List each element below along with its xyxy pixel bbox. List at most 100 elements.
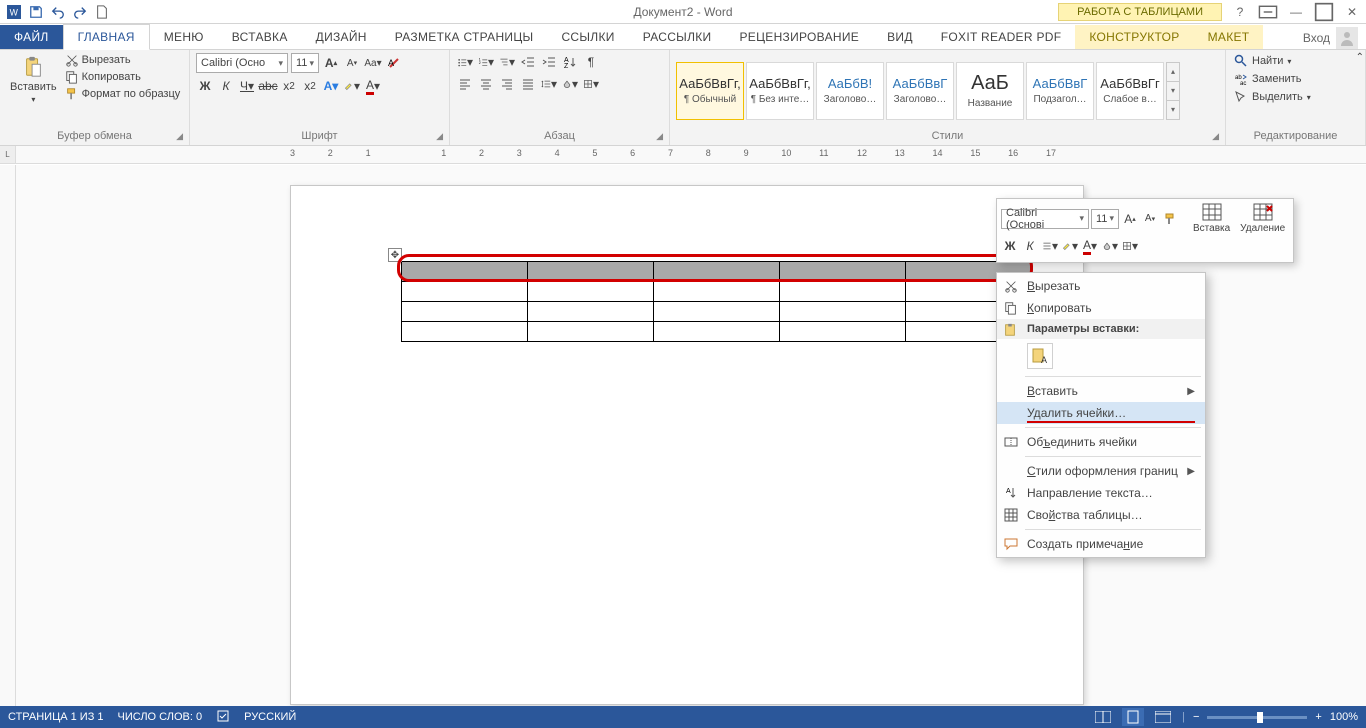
- tab-menu[interactable]: Меню: [150, 25, 218, 49]
- ctx-copy[interactable]: Копировать: [997, 297, 1205, 319]
- font-size-combo[interactable]: 11: [291, 53, 319, 73]
- style-item[interactable]: АаБНазвание: [956, 62, 1024, 120]
- copy-button[interactable]: Копировать: [65, 70, 181, 84]
- cut-button[interactable]: Вырезать: [65, 53, 181, 67]
- tab-design[interactable]: ДИЗАЙН: [302, 25, 381, 49]
- mini-font-name[interactable]: Calibri (Основі: [1001, 209, 1089, 229]
- mini-align-icon[interactable]: ▾: [1041, 237, 1059, 255]
- style-item[interactable]: АаБбВвГгСлабое в…: [1096, 62, 1164, 120]
- status-proofing-icon[interactable]: [216, 709, 230, 726]
- vertical-ruler[interactable]: [0, 165, 16, 706]
- ctx-cut[interactable]: Вырезать: [997, 275, 1205, 297]
- tab-view[interactable]: ВИД: [873, 25, 927, 49]
- page[interactable]: [290, 185, 1084, 705]
- style-item[interactable]: АаБбВвГг,¶ Без инте…: [746, 62, 814, 120]
- mini-font-color-icon[interactable]: A▾: [1081, 237, 1099, 255]
- multilevel-list-icon[interactable]: ▾: [498, 53, 516, 71]
- ctx-merge-cells[interactable]: Объединить ячейки: [997, 431, 1205, 453]
- document-table[interactable]: [401, 261, 1032, 342]
- bold-icon[interactable]: Ж: [196, 77, 214, 95]
- format-painter-button[interactable]: Формат по образцу: [65, 87, 181, 101]
- mini-highlight-icon[interactable]: ▾: [1061, 237, 1079, 255]
- styles-scroll[interactable]: ▴▾▾: [1166, 62, 1180, 120]
- redo-icon[interactable]: [70, 2, 90, 22]
- style-item[interactable]: АаБбВвГЗаголово…: [886, 62, 954, 120]
- shading-icon[interactable]: ▾: [561, 75, 579, 93]
- line-spacing-icon[interactable]: ▾: [540, 75, 558, 93]
- table-move-handle-icon[interactable]: ✥: [388, 248, 402, 262]
- paragraph-launcher-icon[interactable]: ◢: [656, 131, 663, 142]
- minimize-icon[interactable]: —: [1286, 2, 1306, 22]
- borders-icon[interactable]: ▾: [582, 75, 600, 93]
- view-print-layout-icon[interactable]: [1122, 708, 1144, 726]
- mini-grow-font-icon[interactable]: A▴: [1121, 210, 1139, 228]
- close-icon[interactable]: ✕: [1342, 2, 1362, 22]
- change-case-icon[interactable]: Aa▾: [364, 54, 382, 72]
- help-icon[interactable]: ?: [1230, 2, 1250, 22]
- tab-insert[interactable]: ВСТАВКА: [218, 25, 302, 49]
- font-launcher-icon[interactable]: ◢: [436, 131, 443, 142]
- justify-icon[interactable]: [519, 75, 537, 93]
- ruler-corner-icon[interactable]: L: [0, 146, 16, 164]
- mini-borders-icon[interactable]: ▾: [1121, 237, 1139, 255]
- clipboard-launcher-icon[interactable]: ◢: [176, 131, 183, 142]
- styles-launcher-icon[interactable]: ◢: [1212, 131, 1219, 142]
- clear-formatting-icon[interactable]: A: [385, 54, 403, 72]
- new-doc-icon[interactable]: [92, 2, 112, 22]
- collapse-ribbon-icon[interactable]: ⌃: [1356, 52, 1364, 63]
- align-right-icon[interactable]: [498, 75, 516, 93]
- replace-button[interactable]: abacЗаменить: [1232, 71, 1303, 87]
- align-center-icon[interactable]: [477, 75, 495, 93]
- mini-format-painter-icon[interactable]: [1161, 210, 1179, 228]
- maximize-icon[interactable]: [1314, 2, 1334, 22]
- table-row[interactable]: [402, 302, 1032, 322]
- bullets-icon[interactable]: ▾: [456, 53, 474, 71]
- zoom-in-icon[interactable]: +: [1315, 711, 1321, 723]
- font-name-combo[interactable]: Calibri (Осно: [196, 53, 288, 73]
- word-app-icon[interactable]: W: [4, 2, 24, 22]
- zoom-slider[interactable]: [1207, 716, 1307, 719]
- view-read-mode-icon[interactable]: [1092, 708, 1114, 726]
- subscript-icon[interactable]: x2: [280, 77, 298, 95]
- tab-table-layout[interactable]: МАКЕТ: [1194, 25, 1264, 49]
- mini-font-size[interactable]: 11: [1091, 209, 1119, 229]
- ctx-insert[interactable]: Вставить▶: [997, 380, 1205, 402]
- status-language[interactable]: РУССКИЙ: [244, 711, 296, 723]
- select-button[interactable]: Выделить ▾: [1232, 89, 1313, 105]
- tab-foxit[interactable]: Foxit Reader PDF: [927, 25, 1076, 49]
- zoom-out-icon[interactable]: −: [1193, 711, 1199, 723]
- tab-table-design[interactable]: КОНСТРУКТОР: [1075, 25, 1193, 49]
- tab-page-layout[interactable]: РАЗМЕТКА СТРАНИЦЫ: [381, 25, 548, 49]
- superscript-icon[interactable]: x2: [301, 77, 319, 95]
- mini-italic-icon[interactable]: К: [1021, 237, 1039, 255]
- style-item[interactable]: АаБбВвГг,¶ Обычный: [676, 62, 744, 120]
- status-page[interactable]: СТРАНИЦА 1 ИЗ 1: [8, 711, 104, 723]
- highlight-icon[interactable]: ▾: [343, 77, 361, 95]
- underline-icon[interactable]: Ч▾: [238, 77, 256, 95]
- mini-bold-icon[interactable]: Ж: [1001, 237, 1019, 255]
- ctx-border-styles[interactable]: Стили оформления границ▶: [997, 460, 1205, 482]
- status-word-count[interactable]: ЧИСЛО СЛОВ: 0: [118, 711, 203, 723]
- style-item[interactable]: АаБбВвГПодзагол…: [1026, 62, 1094, 120]
- text-effects-icon[interactable]: A▾: [322, 77, 340, 95]
- tab-mailings[interactable]: РАССЫЛКИ: [629, 25, 726, 49]
- ribbon-options-icon[interactable]: [1258, 2, 1278, 22]
- increase-indent-icon[interactable]: [540, 53, 558, 71]
- tab-file[interactable]: ФАЙЛ: [0, 25, 63, 49]
- horizontal-ruler[interactable]: L 3211234567891011121314151617: [0, 146, 1366, 164]
- mini-shrink-font-icon[interactable]: A▾: [1141, 210, 1159, 228]
- tab-review[interactable]: РЕЦЕНЗИРОВАНИЕ: [725, 25, 873, 49]
- paste-keep-source-icon[interactable]: A: [1027, 343, 1053, 369]
- find-button[interactable]: Найти ▾: [1232, 53, 1293, 69]
- paste-button[interactable]: Вставить ▾: [6, 53, 61, 106]
- font-color-icon[interactable]: A▾: [364, 77, 382, 95]
- mini-insert-button[interactable]: Вставка: [1189, 203, 1234, 234]
- undo-icon[interactable]: [48, 2, 68, 22]
- table-row[interactable]: [402, 262, 1032, 282]
- numbering-icon[interactable]: 12▾: [477, 53, 495, 71]
- zoom-level[interactable]: 100%: [1330, 711, 1358, 723]
- show-marks-icon[interactable]: ¶: [582, 53, 600, 71]
- ctx-delete-cells[interactable]: Удалить ячейки…: [997, 402, 1205, 424]
- style-item[interactable]: АаБбВ!Заголово…: [816, 62, 884, 120]
- table-row[interactable]: [402, 322, 1032, 342]
